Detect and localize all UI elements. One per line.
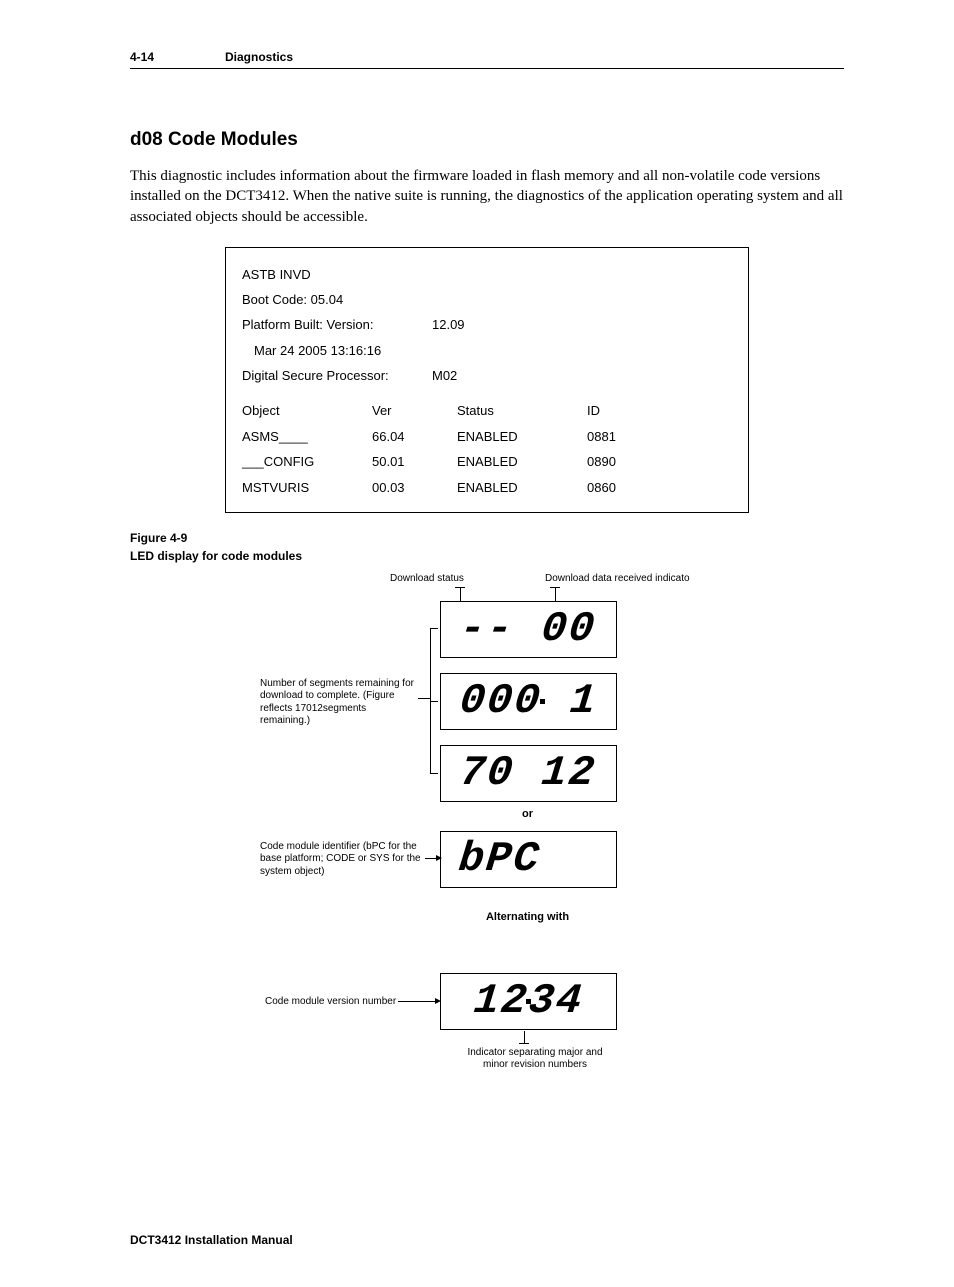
cell: MSTVURIS: [242, 475, 372, 500]
table-header-row: Object Ver Status ID: [242, 398, 732, 423]
led-diagram: Download status Download data received i…: [130, 573, 830, 1113]
seven-segment-text: 34: [526, 977, 585, 1025]
figure-title: LED display for code modules: [130, 547, 844, 565]
connector-line: [430, 773, 438, 774]
col-header: Status: [457, 398, 587, 423]
cell: ENABLED: [457, 475, 587, 500]
alternating-label: Alternating with: [440, 911, 615, 923]
lcd-display: 000 1: [440, 673, 617, 730]
seven-segment-text: -- 00: [458, 605, 599, 653]
panel-line: Boot Code: 05.04: [242, 287, 732, 312]
figure-number: Figure 4-9: [130, 529, 844, 547]
panel-value: 12.09: [432, 312, 465, 337]
body-paragraph: This diagnostic includes information abo…: [130, 166, 844, 227]
connector-line: [524, 1031, 525, 1043]
connector-line: [519, 1043, 529, 1044]
col-header: Object: [242, 398, 372, 423]
seven-segment-text: 1: [540, 677, 599, 725]
connector-line: [430, 701, 438, 702]
lcd-display: bPC: [440, 831, 617, 888]
callout-module-identifier: Code module identifier (bPC for the base…: [260, 841, 425, 879]
cell: 66.04: [372, 424, 457, 449]
panel-label: Digital Secure Processor:: [242, 363, 432, 388]
lcd-display: -- 00: [440, 601, 617, 658]
cell: 0881: [587, 424, 657, 449]
diagnostic-panel: ASTB INVD Boot Code: 05.04 Platform Buil…: [225, 247, 749, 513]
panel-row: Platform Built: Version: 12.09: [242, 312, 732, 337]
table-row: MSTVURIS 00.03 ENABLED 0860: [242, 475, 732, 500]
lcd-display: 70 12: [440, 745, 617, 802]
cell: ENABLED: [457, 424, 587, 449]
table-row: ASMS____ 66.04 ENABLED 0881: [242, 424, 732, 449]
cell: 00.03: [372, 475, 457, 500]
figure-caption: Figure 4-9 LED display for code modules: [130, 529, 844, 565]
table-row: ___CONFIG 50.01 ENABLED 0890: [242, 449, 732, 474]
page-number: 4-14: [130, 50, 225, 64]
panel-row: Digital Secure Processor: M02: [242, 363, 732, 398]
callout-segments-remaining: Number of segments remaining for downloa…: [260, 678, 415, 728]
connector-arrow: [398, 1001, 436, 1002]
col-header: ID: [587, 398, 657, 423]
connector-line: [430, 628, 438, 629]
connector-line: [550, 587, 560, 588]
callout-revision-separator: Indicator separating major and minor rev…: [460, 1047, 610, 1072]
cell: ASMS____: [242, 424, 372, 449]
seven-segment-text: 70 12: [458, 749, 599, 797]
section-title: Diagnostics: [225, 50, 293, 64]
cell: 0860: [587, 475, 657, 500]
lcd-display: 12 34: [440, 973, 617, 1030]
page-header: 4-14 Diagnostics: [130, 50, 844, 69]
connector-line: [455, 587, 465, 588]
section-heading: d08 Code Modules: [130, 129, 844, 151]
cell: 50.01: [372, 449, 457, 474]
connector-line: [418, 698, 430, 699]
cell: 0890: [587, 449, 657, 474]
panel-line: Mar 24 2005 13:16:16: [242, 338, 732, 363]
panel-value: M02: [432, 363, 457, 388]
panel-line: ASTB INVD: [242, 262, 732, 287]
seven-segment-text: bPC: [456, 835, 601, 883]
col-header: Ver: [372, 398, 457, 423]
cell: ___CONFIG: [242, 449, 372, 474]
connector-line: [555, 587, 556, 601]
seven-segment-text: 12: [471, 977, 530, 1025]
panel-label: Platform Built: Version:: [242, 312, 432, 337]
callout-download-indicator: Download data received indicato: [545, 573, 690, 586]
or-label: or: [440, 808, 615, 820]
connector-line: [460, 587, 461, 601]
cell: ENABLED: [457, 449, 587, 474]
callout-version-number: Code module version number: [265, 996, 396, 1009]
connector-arrow: [425, 858, 437, 859]
callout-download-status: Download status: [390, 573, 464, 586]
seven-segment-text: 000: [457, 677, 544, 725]
